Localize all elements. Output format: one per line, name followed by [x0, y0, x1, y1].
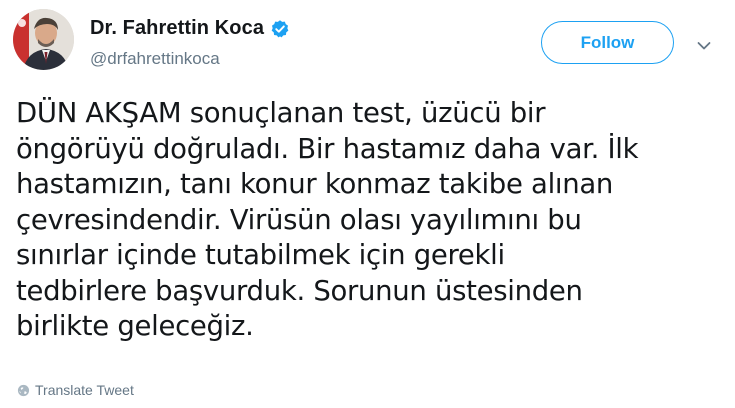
display-name[interactable]: Dr. Fahrettin Koca	[90, 17, 264, 40]
author-name-row: Dr. Fahrettin Koca	[90, 17, 290, 40]
chevron-down-icon[interactable]	[697, 38, 711, 50]
tweet-card: Dr. Fahrettin Koca @drfahrettinkoca Foll…	[0, 0, 735, 408]
globe-icon	[17, 384, 30, 397]
translate-tweet-label[interactable]: Translate Tweet	[35, 382, 134, 398]
tweet-text: DÜN AKŞAM sonuçlanan test, üzücü bir öng…	[16, 97, 639, 342]
follow-button[interactable]: Follow	[541, 21, 674, 64]
user-handle[interactable]: @drfahrettinkoca	[90, 49, 220, 69]
verified-badge-icon	[270, 19, 290, 39]
translate-tweet-link[interactable]: Translate Tweet	[17, 382, 134, 398]
avatar-image	[13, 9, 74, 70]
avatar[interactable]	[13, 9, 74, 70]
